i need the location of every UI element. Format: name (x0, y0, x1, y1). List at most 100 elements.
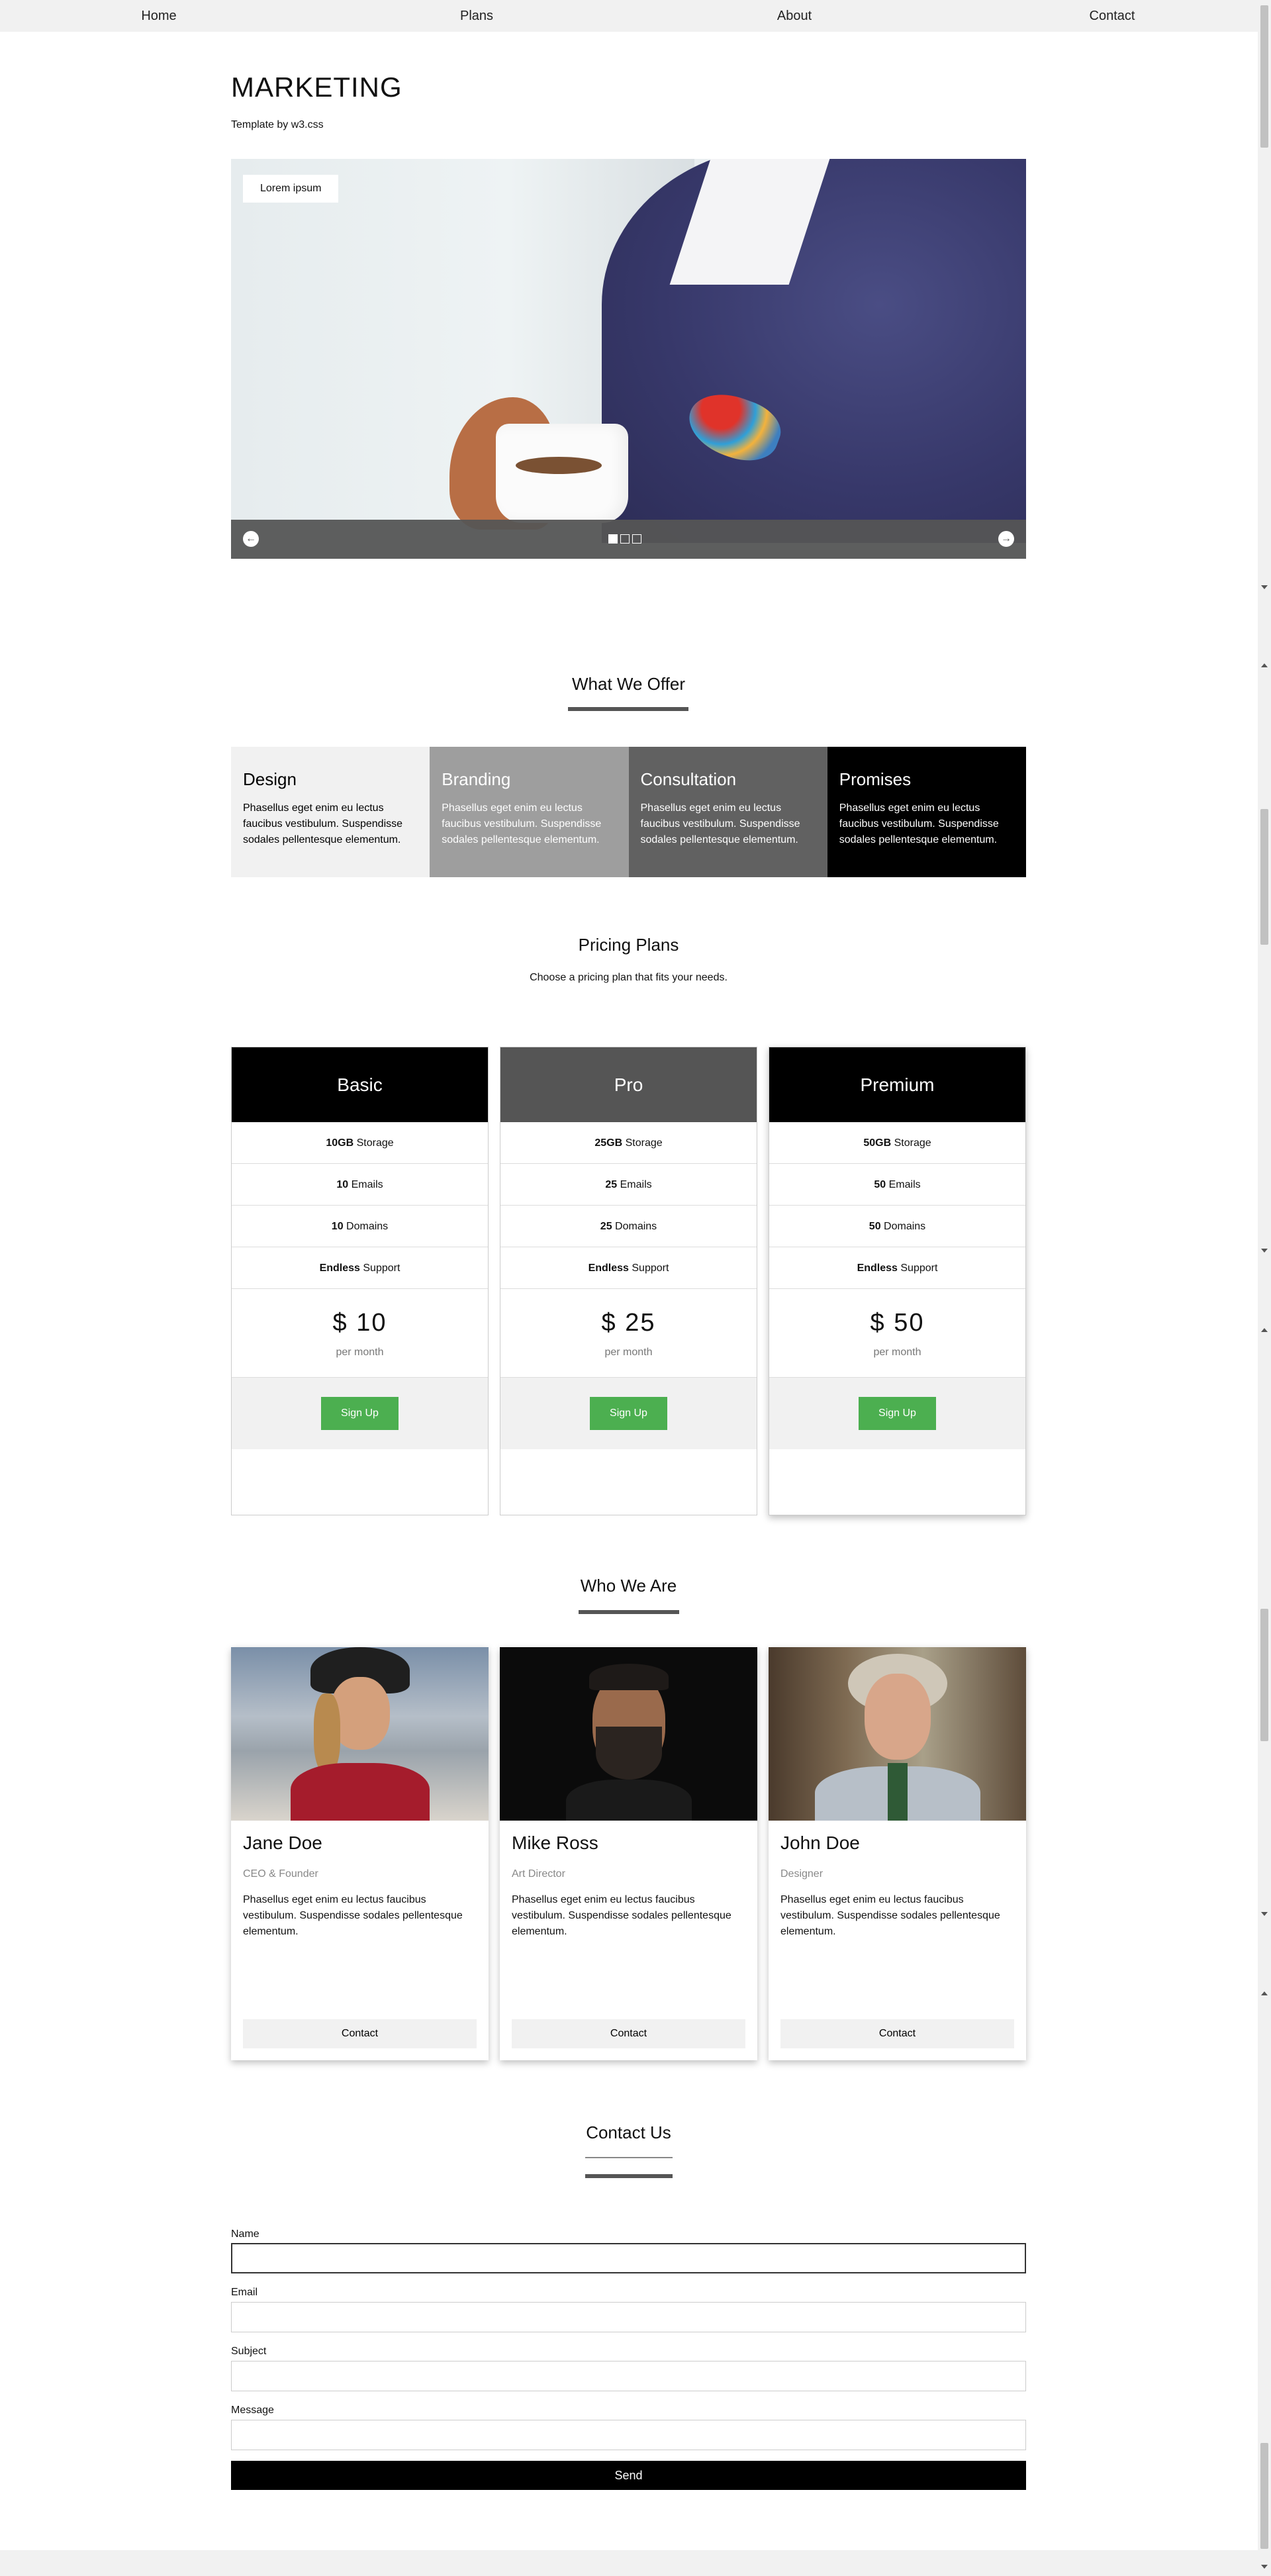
member-bio: Phasellus eget enim eu lectus faucibus v… (243, 1894, 463, 1937)
nav-about-link[interactable]: About (636, 0, 953, 32)
hero-slideshow: Lorem ipsum ← → (231, 159, 1026, 559)
nav-contact-link[interactable]: Contact (953, 0, 1271, 32)
slideshow-controls: ← → (231, 520, 1026, 559)
scrollbar-thumb[interactable] (1260, 809, 1268, 945)
plan-name: Pro (500, 1047, 757, 1122)
scroll-down-arrow-icon[interactable] (1261, 2565, 1268, 2569)
hero-image-coffee (516, 457, 602, 474)
plan-price-period: per month (873, 1347, 921, 1358)
plan-price: $ 10 per month (232, 1289, 488, 1378)
pricing-section-subtitle: Choose a pricing plan that fits your nee… (530, 972, 728, 983)
scrollbar-thumb[interactable] (1260, 1609, 1268, 1741)
next-slide-arrow-icon[interactable]: → (998, 531, 1014, 547)
nav-home-link[interactable]: Home (0, 0, 318, 32)
offer-card-consultation: Consultation Phasellus eget enim eu lect… (628, 747, 827, 877)
team-card-john-doe: John Doe Designer Phasellus eget enim eu… (769, 1647, 1026, 2060)
team-photo (769, 1647, 1026, 1821)
top-nav: Home Plans About Contact (0, 0, 1271, 32)
plan-feature-domains: 25 Domains (500, 1206, 757, 1247)
slide-dot-1[interactable] (608, 534, 618, 544)
page-footer (0, 2550, 1258, 2576)
offer-card-text: Phasellus eget enim eu lectus faucibus v… (442, 802, 602, 845)
plan-feature-support: Endless Support (500, 1247, 757, 1289)
member-role: Art Director (512, 1868, 565, 1880)
contact-member-button[interactable]: Contact (512, 2019, 745, 2048)
scrollbar-thumb[interactable] (1260, 2443, 1268, 2549)
pricing-section-title: Pricing Plans (578, 935, 679, 955)
contact-title-underline (585, 2157, 673, 2158)
offer-card-title: Branding (442, 769, 511, 789)
hero-badge: Lorem ipsum (243, 175, 339, 203)
plan-feature-domains: 50 Domains (769, 1206, 1025, 1247)
subject-label: Subject (231, 2346, 267, 2357)
plan-price-amount: $ 10 (332, 1309, 387, 1337)
member-name: Jane Doe (243, 1833, 322, 1853)
slide-dot-2[interactable] (620, 534, 630, 544)
plan-footer: Sign Up (769, 1378, 1025, 1449)
sign-up-button[interactable]: Sign Up (590, 1397, 667, 1430)
name-label: Name (231, 2228, 259, 2240)
photo-hair (589, 1664, 669, 1690)
pricing-card-pro: Pro 25GB Storage 25 Emails 25 Domains En… (500, 1047, 757, 1515)
sign-up-button[interactable]: Sign Up (859, 1397, 936, 1430)
scroll-up-arrow-icon[interactable] (1261, 663, 1268, 667)
offer-section-title: What We Offer (572, 674, 685, 694)
offer-card-design: Design Phasellus eget enim eu lectus fau… (231, 747, 430, 877)
pricing-card-premium: Premium 50GB Storage 50 Emails 50 Domain… (769, 1047, 1026, 1515)
scrollbar-thumb[interactable] (1260, 5, 1268, 148)
team-title-divider (579, 1610, 679, 1614)
subject-field[interactable] (231, 2361, 1026, 2391)
team-section-title: Who We Are (580, 1576, 677, 1596)
offer-card-branding: Branding Phasellus eget enim eu lectus f… (430, 747, 629, 877)
offer-card-text: Phasellus eget enim eu lectus faucibus v… (839, 802, 999, 845)
plan-footer: Sign Up (232, 1378, 488, 1449)
previous-slide-arrow-icon[interactable]: ← (243, 531, 259, 547)
offer-grid: Design Phasellus eget enim eu lectus fau… (231, 747, 1026, 877)
offer-card-text: Phasellus eget enim eu lectus faucibus v… (243, 802, 403, 845)
email-label: Email (231, 2287, 258, 2298)
contact-section-title: Contact Us (586, 2123, 671, 2142)
member-bio: Phasellus eget enim eu lectus faucibus v… (512, 1894, 731, 1937)
plan-name: Basic (232, 1047, 488, 1122)
contact-member-button[interactable]: Contact (243, 2019, 477, 2048)
plan-price: $ 25 per month (500, 1289, 757, 1378)
plan-price-period: per month (336, 1347, 384, 1358)
offer-card-title: Design (243, 769, 297, 789)
member-role: Designer (780, 1868, 824, 1880)
nav-plans-link[interactable]: Plans (318, 0, 636, 32)
offer-card-promises: Promises Phasellus eget enim eu lectus f… (827, 747, 1026, 877)
scroll-up-arrow-icon[interactable] (1261, 1328, 1268, 1332)
plan-feature-emails: 50 Emails (769, 1164, 1025, 1206)
photo-face (865, 1674, 931, 1760)
name-field[interactable] (231, 2243, 1026, 2273)
contact-member-button[interactable]: Contact (780, 2019, 1014, 2048)
plan-feature-support: Endless Support (769, 1247, 1025, 1289)
plan-name: Premium (769, 1047, 1025, 1122)
offer-card-text: Phasellus eget enim eu lectus faucibus v… (640, 802, 800, 845)
scroll-up-arrow-icon[interactable] (1261, 1991, 1268, 1995)
slide-indicators (608, 534, 641, 544)
plan-footer: Sign Up (500, 1378, 757, 1449)
offer-title-divider (568, 707, 688, 711)
page-title: MARKETING (231, 72, 402, 103)
plan-feature-emails: 25 Emails (500, 1164, 757, 1206)
plan-price-amount: $ 25 (601, 1309, 656, 1337)
slide-dot-3[interactable] (632, 534, 641, 544)
offer-card-title: Consultation (640, 769, 737, 789)
send-button[interactable]: Send (231, 2461, 1026, 2490)
scroll-down-arrow-icon[interactable] (1261, 1249, 1268, 1253)
page-subtitle: Template by w3.css (231, 119, 324, 130)
member-role: CEO & Founder (243, 1868, 318, 1880)
member-bio: Phasellus eget enim eu lectus faucibus v… (780, 1894, 1000, 1937)
plan-feature-storage: 25GB Storage (500, 1122, 757, 1164)
page-scrollbar[interactable] (1258, 0, 1271, 2576)
sign-up-button[interactable]: Sign Up (321, 1397, 399, 1430)
plan-feature-support: Endless Support (232, 1247, 488, 1289)
photo-dress (291, 1763, 430, 1821)
message-field[interactable] (231, 2420, 1026, 2450)
photo-beard (596, 1727, 662, 1780)
scroll-down-arrow-icon[interactable] (1261, 585, 1268, 589)
scroll-down-arrow-icon[interactable] (1261, 1912, 1268, 1916)
plan-feature-emails: 10 Emails (232, 1164, 488, 1206)
email-field[interactable] (231, 2302, 1026, 2332)
